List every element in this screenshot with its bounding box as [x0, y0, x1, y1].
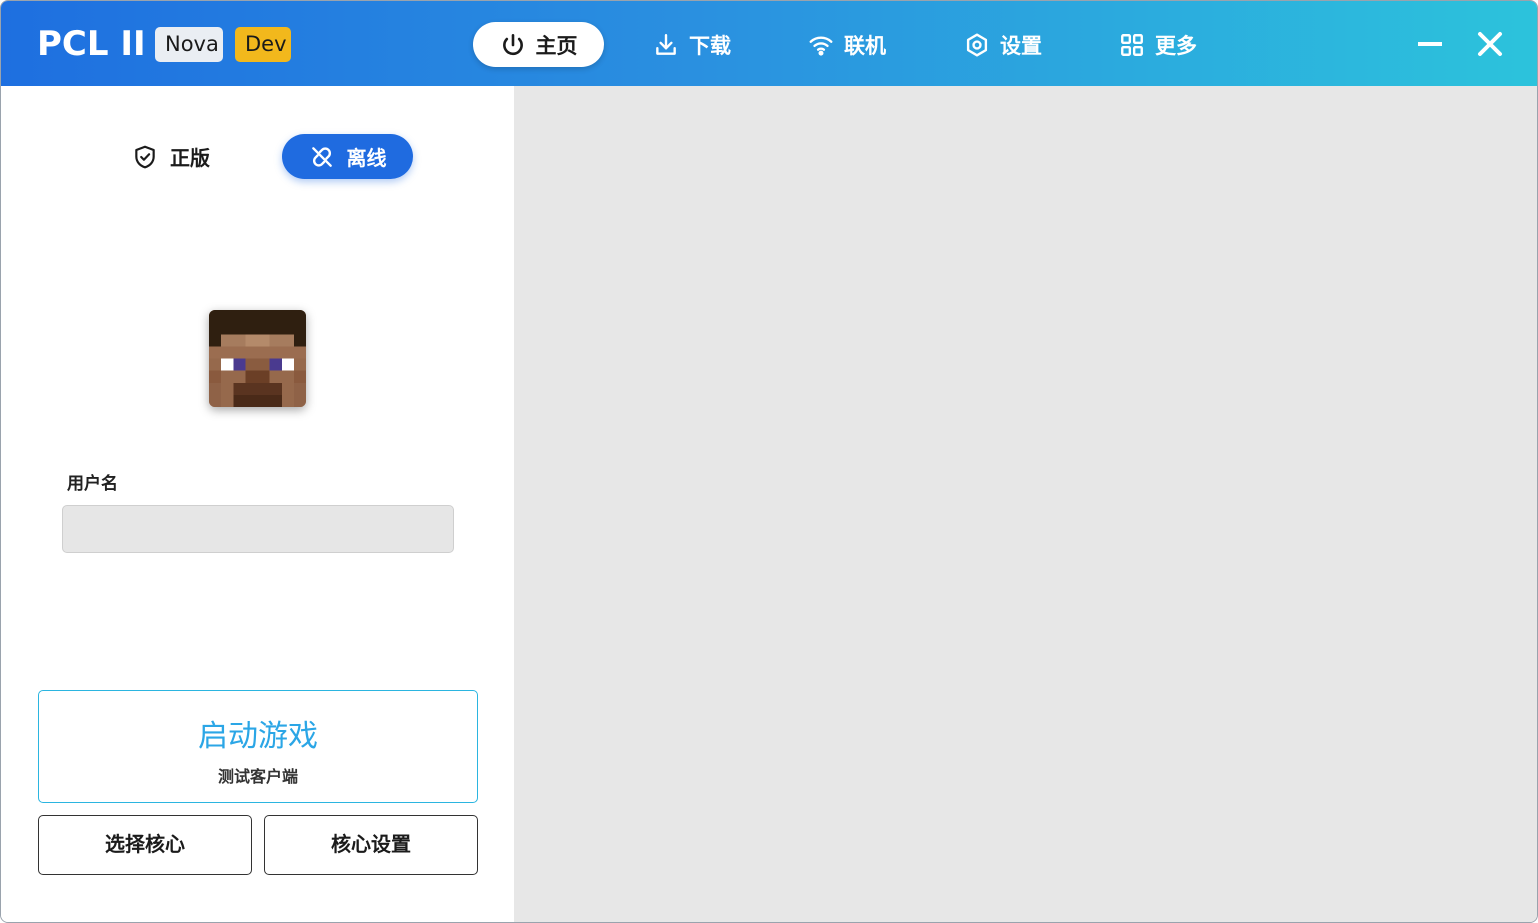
core-settings-button[interactable]: 核心设置: [264, 815, 478, 875]
account-panel: 正版 离线 用户名 启动游戏 测试客户端 选择核心 核心设置: [1, 86, 514, 922]
nav-home-label: 主页: [535, 33, 578, 58]
download-icon: [656, 33, 676, 55]
wifi-icon: [809, 36, 833, 56]
tab-official-label: 正版: [170, 146, 210, 170]
nav-settings-label: 设置: [1000, 33, 1042, 58]
nav-more[interactable]: 更多: [1119, 22, 1197, 67]
launcher-window: PCL II Nova Dev 主页 下载 联机 设置 更多 正版 离线 用户名…: [0, 0, 1538, 923]
title-bar[interactable]: PCL II Nova Dev 主页 下载 联机 设置 更多: [1, 1, 1537, 86]
launch-title: 启动游戏: [198, 719, 318, 754]
link-broken-icon: [311, 146, 332, 167]
tab-offline-label: 离线: [346, 146, 387, 170]
username-label: 用户名: [67, 474, 118, 494]
minimize-icon[interactable]: [1415, 29, 1445, 59]
nav-online-label: 联机: [844, 33, 886, 58]
shield-check-icon: [135, 145, 155, 168]
avatar[interactable]: [209, 310, 306, 407]
power-icon: [502, 33, 523, 55]
nav-more-label: 更多: [1155, 33, 1197, 58]
tab-offline[interactable]: 离线: [282, 134, 413, 179]
nav-download-label: 下载: [689, 33, 731, 58]
grid-icon: [1121, 33, 1143, 56]
dev-badge: Dev: [235, 27, 291, 62]
app-logo: PCL II: [37, 24, 146, 64]
nav-online[interactable]: 联机: [808, 22, 886, 67]
launch-subtitle: 测试客户端: [217, 767, 298, 786]
tab-official[interactable]: 正版: [121, 134, 221, 179]
launch-game-button[interactable]: 启动游戏 测试客户端: [38, 690, 478, 803]
nav-download[interactable]: 下载: [653, 22, 731, 67]
content-area: [514, 86, 1537, 922]
username-input[interactable]: [62, 505, 454, 553]
select-core-button[interactable]: 选择核心: [38, 815, 252, 875]
nav-settings[interactable]: 设置: [964, 22, 1042, 67]
skin-face-image: [209, 310, 306, 407]
gear-icon: [966, 33, 988, 56]
nav-home[interactable]: 主页: [473, 22, 604, 67]
nova-badge: Nova: [155, 27, 223, 62]
close-icon[interactable]: [1475, 29, 1505, 59]
